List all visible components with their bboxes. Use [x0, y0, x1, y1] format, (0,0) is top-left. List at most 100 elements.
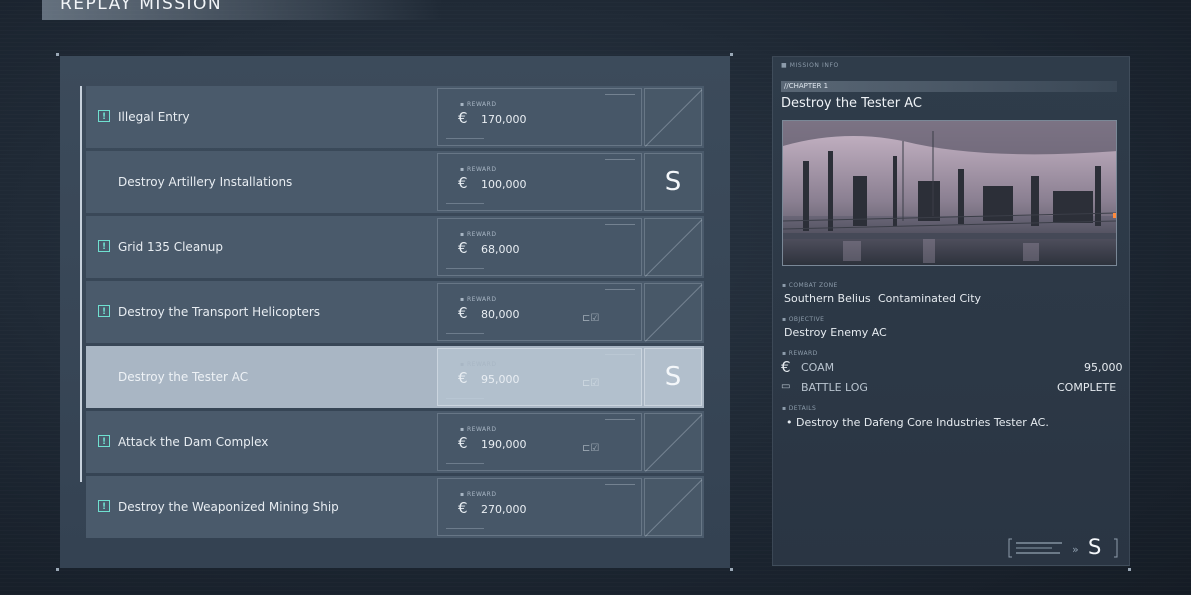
mission-row[interactable]: ! Destroy the Weaponized Mining Ship REWAR…: [86, 476, 704, 538]
battle-log-icon: ⊏☑: [582, 313, 600, 324]
combat-zone-area: Contaminated City: [878, 292, 982, 305]
reward-amount: 95,000: [481, 373, 520, 386]
battle-log-value: COMPLETE: [1057, 381, 1117, 394]
corner-tick: [730, 53, 733, 56]
mission-row[interactable]: ! Attack the Dam Complex REWARD€190,000 ⊏☑: [86, 411, 704, 473]
mission-name: Destroy Artillery Installations: [118, 175, 293, 189]
objective-label: OBJECTIVE: [782, 316, 824, 323]
combat-zone-region: Southern Belius: [784, 292, 871, 305]
decor-line: [605, 224, 635, 225]
chapter-label: //CHAPTER 1: [781, 81, 1117, 92]
decor-line: [446, 138, 484, 139]
details-label: DETAILS: [782, 405, 816, 412]
rank-box: S: [644, 348, 702, 406]
mission-name: Destroy the Transport Helicopters: [118, 305, 321, 319]
decor-line: [446, 463, 484, 464]
mission-row[interactable]: ! Destroy the Transport Helicopters REWARD…: [86, 281, 704, 343]
reward-amount: 270,000: [481, 503, 527, 516]
reward-box: REWARD€170,000: [437, 88, 642, 146]
decor-line: [446, 398, 484, 399]
rank-box: [644, 413, 702, 471]
page-title: REPLAY MISSION: [42, 0, 442, 20]
corner-tick: [56, 568, 59, 571]
currency-icon: €: [458, 499, 468, 517]
corner-tick: [1128, 568, 1131, 571]
reward-label: REWARD: [460, 491, 496, 498]
reward-amount: 68,000: [481, 243, 520, 256]
currency-icon: €: [458, 434, 468, 452]
decor-line: [605, 354, 635, 355]
mission-title: Destroy the Tester AC: [781, 96, 923, 111]
rank-indicator: » S: [1008, 535, 1118, 559]
reward-amount: 170,000: [481, 113, 527, 126]
mission-name: Grid 135 Cleanup: [118, 240, 223, 254]
rank-letter: S: [1088, 535, 1102, 559]
mission-info-label: MISSION INFO: [781, 62, 839, 69]
battle-log-icon: ⊏☑: [582, 443, 600, 454]
reward-box: REWARD€68,000: [437, 218, 642, 276]
battle-log-icon: ▭: [781, 381, 791, 392]
decor-line: [605, 419, 635, 420]
rank-letter: S: [664, 362, 682, 392]
mission-name: Destroy the Weaponized Mining Ship: [118, 500, 339, 514]
rank-box: [644, 88, 702, 146]
corner-tick: [730, 568, 733, 571]
currency-icon: €: [458, 239, 468, 257]
decor-line: [446, 268, 484, 269]
reward-amount: 80,000: [481, 308, 520, 321]
reward-box: REWARD€100,000: [437, 153, 642, 211]
currency-icon: €: [458, 109, 468, 127]
reward-label: REWARD: [460, 361, 496, 368]
mission-row[interactable]: ! Grid 135 Cleanup REWARD€68,000: [86, 216, 704, 278]
details-text: • Destroy the Dafeng Core Industries Tes…: [786, 416, 1049, 429]
decor-line: [446, 203, 484, 204]
currency-icon: €: [458, 304, 468, 322]
reward-label: REWARD: [460, 101, 496, 108]
reward-label: REWARD: [460, 426, 496, 433]
coam-label: COAM: [801, 361, 835, 374]
mission-name: Attack the Dam Complex: [118, 435, 269, 449]
objective-value: Destroy Enemy AC: [784, 326, 887, 339]
reward-label: REWARD: [460, 231, 496, 238]
reward-amount: 190,000: [481, 438, 527, 451]
alert-icon: !: [98, 305, 110, 317]
coam-value: 95,000: [1084, 361, 1123, 374]
decor-line: [605, 94, 635, 95]
reward-box: REWARD€95,000 ⊏☑: [437, 348, 642, 406]
battle-log-label: BATTLE LOG: [801, 381, 868, 394]
rank-box: [644, 478, 702, 536]
alert-icon: !: [98, 435, 110, 447]
corner-tick: [56, 53, 59, 56]
svg-text:»: »: [1072, 543, 1079, 556]
mission-preview-image: [782, 120, 1117, 266]
currency-icon: €: [458, 369, 468, 387]
mission-name: Illegal Entry: [118, 110, 190, 124]
coam-icon: €: [781, 358, 791, 376]
battle-log-icon: ⊏☑: [582, 378, 600, 389]
rank-box: S: [644, 153, 702, 211]
reward-label: REWARD: [460, 166, 496, 173]
alert-icon: !: [98, 110, 110, 122]
reward-box: REWARD€80,000 ⊏☑: [437, 283, 642, 341]
mission-row[interactable]: Destroy the Tester AC REWARD€95,000 ⊏☑ S: [86, 346, 704, 408]
reward-label: REWARD: [782, 350, 818, 357]
alert-icon: !: [98, 240, 110, 252]
mission-row[interactable]: ! Illegal Entry REWARD€170,000: [86, 86, 704, 148]
mission-name: Destroy the Tester AC: [118, 370, 249, 384]
reward-amount: 100,000: [481, 178, 527, 191]
decor-line: [446, 333, 484, 334]
decor-line: [446, 528, 484, 529]
decor-line: [605, 289, 635, 290]
alert-icon: !: [98, 500, 110, 512]
decor-line: [605, 159, 635, 160]
currency-icon: €: [458, 174, 468, 192]
reward-label: REWARD: [460, 296, 496, 303]
reward-box: REWARD€190,000 ⊏☑: [437, 413, 642, 471]
combat-zone-label: COMBAT ZONE: [782, 282, 838, 289]
mission-row[interactable]: Destroy Artillery Installations REWARD€10…: [86, 151, 704, 213]
rank-box: [644, 218, 702, 276]
rank-letter: S: [664, 167, 682, 197]
reward-box: REWARD€270,000: [437, 478, 642, 536]
rank-box: [644, 283, 702, 341]
scrollbar[interactable]: [80, 86, 82, 482]
